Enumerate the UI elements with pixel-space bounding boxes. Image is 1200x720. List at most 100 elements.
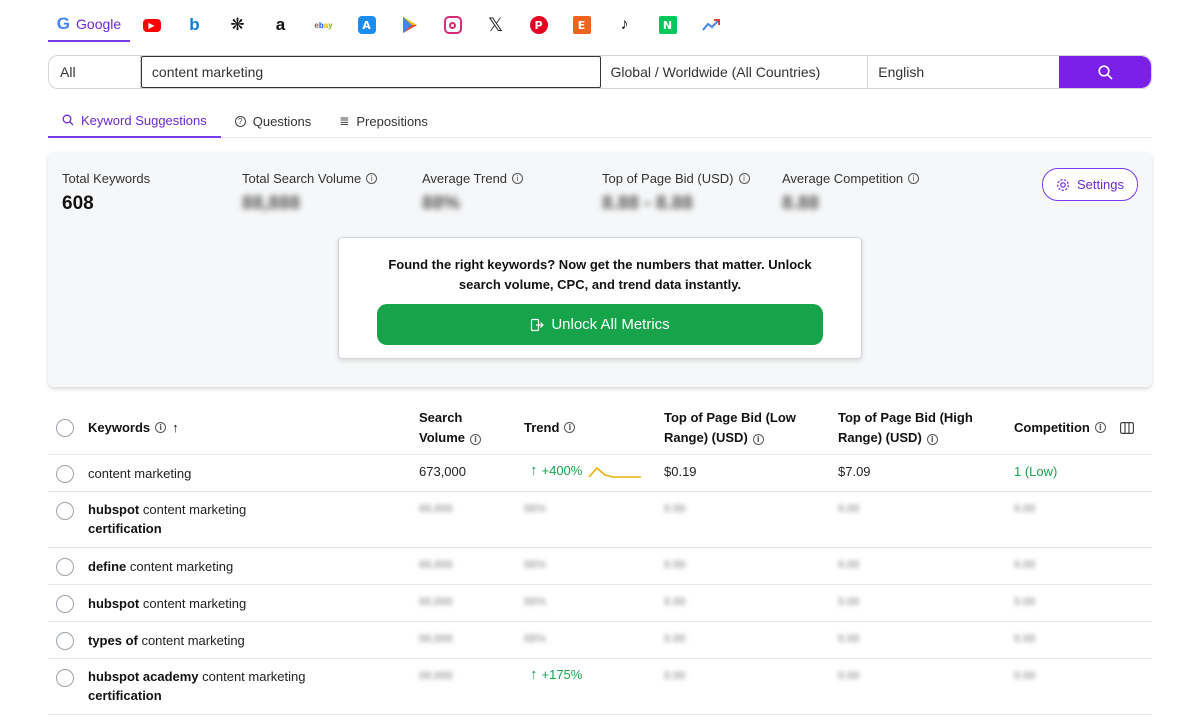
column-search-volume[interactable]: Search Volume i bbox=[419, 400, 499, 455]
keywords-table: Keywords i ↑ Search Volume i Trend i Top … bbox=[48, 400, 1152, 715]
engine-tab-perplexity[interactable]: ❋ bbox=[216, 15, 259, 35]
column-trend[interactable]: Trend i bbox=[524, 400, 576, 455]
engine-tab-trends[interactable] bbox=[689, 18, 732, 32]
volume-cell: 88,888 bbox=[419, 559, 453, 571]
language-select[interactable]: English bbox=[868, 56, 1059, 88]
table-row[interactable]: define content marketing 88,888 88% 8.88… bbox=[48, 548, 1152, 585]
gear-icon bbox=[1057, 178, 1069, 191]
engine-tab-pinterest[interactable]: P bbox=[517, 16, 560, 34]
trend-cell: ↑ +400% bbox=[530, 462, 642, 479]
columns-toggle-button[interactable] bbox=[1120, 400, 1134, 455]
settings-label: Settings bbox=[1077, 177, 1124, 192]
table-row[interactable]: hubspot academy content marketing certifi… bbox=[48, 659, 1152, 715]
keyword-cell: define content marketing bbox=[88, 559, 234, 574]
column-keywords[interactable]: Keywords i ↑ bbox=[88, 400, 179, 455]
trend-up-icon: ↑ bbox=[530, 462, 538, 479]
column-competition[interactable]: Competition i bbox=[1014, 400, 1106, 455]
keyword-cell: types of content marketing bbox=[88, 633, 245, 648]
row-checkbox[interactable] bbox=[56, 558, 74, 576]
unlock-icon bbox=[531, 318, 545, 331]
engine-tab-instagram[interactable] bbox=[431, 16, 474, 34]
stat-value: 8.88 bbox=[782, 193, 819, 214]
stat-value: 8.88 - 8.88 bbox=[602, 193, 693, 214]
volume-cell: 88,888 bbox=[419, 633, 453, 645]
info-icon[interactable]: i bbox=[564, 422, 576, 433]
volume-cell: 88,888 bbox=[419, 670, 453, 682]
bing-icon: b bbox=[189, 15, 200, 34]
engine-tab-bing[interactable]: b bbox=[173, 15, 216, 35]
volume-cell: 88,888 bbox=[419, 596, 453, 608]
competition-cell: 8.88 bbox=[1014, 633, 1036, 645]
keyword-input[interactable]: content marketing bbox=[140, 56, 601, 88]
engine-tab-tiktok[interactable]: ♪ bbox=[603, 16, 646, 34]
engine-tab-app-store[interactable]: A bbox=[345, 16, 388, 34]
app-store-icon: A bbox=[357, 16, 376, 34]
engine-tab-ebay[interactable]: ebay bbox=[302, 21, 345, 30]
stat-average-trend: Average Trend i 88% bbox=[422, 171, 524, 215]
row-checkbox[interactable] bbox=[56, 502, 74, 520]
etsy-icon: E bbox=[572, 16, 591, 34]
bid-high-cell: $7.09 bbox=[838, 464, 871, 479]
google-play-icon bbox=[402, 17, 417, 33]
naver-icon: N bbox=[658, 16, 677, 34]
select-all-checkbox[interactable] bbox=[56, 418, 74, 437]
trend-cell: 88% bbox=[524, 596, 547, 608]
competition-cell: 8.88 bbox=[1014, 503, 1036, 515]
search-bar: All content marketing Global / Worldwide… bbox=[48, 55, 1152, 89]
engine-tab-naver[interactable]: N bbox=[646, 16, 689, 34]
engine-tab-youtube[interactable]: ▶ bbox=[130, 18, 173, 32]
engine-tab-google[interactable]: G Google bbox=[48, 8, 130, 42]
trend-cell: 88% bbox=[524, 633, 547, 645]
info-icon[interactable]: i bbox=[366, 173, 378, 184]
column-bid-low[interactable]: Top of Page Bid (Low Range) (USD) i bbox=[664, 400, 814, 455]
table-row[interactable]: types of content marketing 88,888 88% 8.… bbox=[48, 622, 1152, 659]
stat-top-of-page-bid: Top of Page Bid (USD) i 8.88 - 8.88 bbox=[602, 171, 750, 215]
row-checkbox[interactable] bbox=[56, 465, 74, 483]
engine-tab-x[interactable]: 𝕏 bbox=[474, 14, 517, 36]
trend-cell: 88% bbox=[524, 559, 547, 571]
bid-high-cell: 8.88 bbox=[838, 596, 860, 608]
amazon-icon: a bbox=[275, 15, 286, 34]
table-row[interactable]: hubspot content marketing certification 8… bbox=[48, 492, 1152, 548]
table-row[interactable]: content marketing 673,000 ↑ +400% $0.19 … bbox=[48, 455, 1152, 492]
scope-select[interactable]: All bbox=[49, 56, 141, 88]
trend-sparkline bbox=[588, 466, 642, 478]
tab-prepositions[interactable]: ≣ Prepositions bbox=[325, 104, 442, 138]
stat-label: Average Competition bbox=[782, 171, 904, 186]
engine-tab-etsy[interactable]: E bbox=[560, 16, 603, 34]
tab-questions[interactable]: ? Questions bbox=[221, 104, 326, 138]
tab-label: Questions bbox=[252, 113, 312, 129]
table-header: Keywords i ↑ Search Volume i Trend i Top … bbox=[48, 400, 1152, 455]
keyword-cell: hubspot academy content marketing certifi… bbox=[88, 669, 306, 703]
info-icon[interactable]: i bbox=[738, 173, 750, 184]
engine-tab-google-play[interactable] bbox=[388, 16, 431, 34]
sort-arrow-icon[interactable]: ↑ bbox=[172, 418, 179, 438]
summary-panel: Total Keywords 608 Total Search Volume i … bbox=[48, 152, 1152, 387]
info-icon[interactable]: i bbox=[155, 422, 167, 433]
competition-cell: 1 (Low) bbox=[1014, 464, 1058, 479]
location-select[interactable]: Global / Worldwide (All Countries) bbox=[601, 56, 869, 88]
column-bid-high[interactable]: Top of Page Bid (High Range) (USD) i bbox=[838, 400, 988, 455]
tab-keyword-suggestions[interactable]: Keyword Suggestions bbox=[48, 104, 221, 138]
pinterest-icon: P bbox=[529, 16, 548, 34]
info-icon[interactable]: i bbox=[908, 173, 920, 184]
info-icon[interactable]: i bbox=[470, 433, 481, 445]
columns-icon bbox=[1120, 421, 1134, 434]
competition-cell: 8.88 bbox=[1014, 559, 1036, 571]
row-checkbox[interactable] bbox=[56, 632, 74, 650]
row-checkbox[interactable] bbox=[56, 595, 74, 613]
info-icon[interactable]: i bbox=[512, 173, 524, 184]
info-icon[interactable]: i bbox=[1094, 422, 1106, 433]
search-button[interactable] bbox=[1059, 56, 1151, 88]
column-label: Keywords bbox=[88, 419, 151, 435]
info-icon[interactable]: i bbox=[926, 433, 938, 445]
engine-tab-amazon[interactable]: a bbox=[259, 15, 302, 35]
settings-button[interactable]: Settings bbox=[1042, 168, 1138, 201]
unlock-all-metrics-button[interactable]: Unlock All Metrics bbox=[377, 304, 823, 345]
bid-high-cell: 8.88 bbox=[838, 670, 860, 682]
table-row[interactable]: hubspot content marketing 88,888 88% 8.8… bbox=[48, 585, 1152, 622]
info-icon[interactable]: i bbox=[752, 433, 764, 445]
bid-low-cell: 8.88 bbox=[664, 633, 686, 645]
row-checkbox[interactable] bbox=[56, 669, 74, 687]
bid-low-cell: $0.19 bbox=[664, 464, 697, 479]
